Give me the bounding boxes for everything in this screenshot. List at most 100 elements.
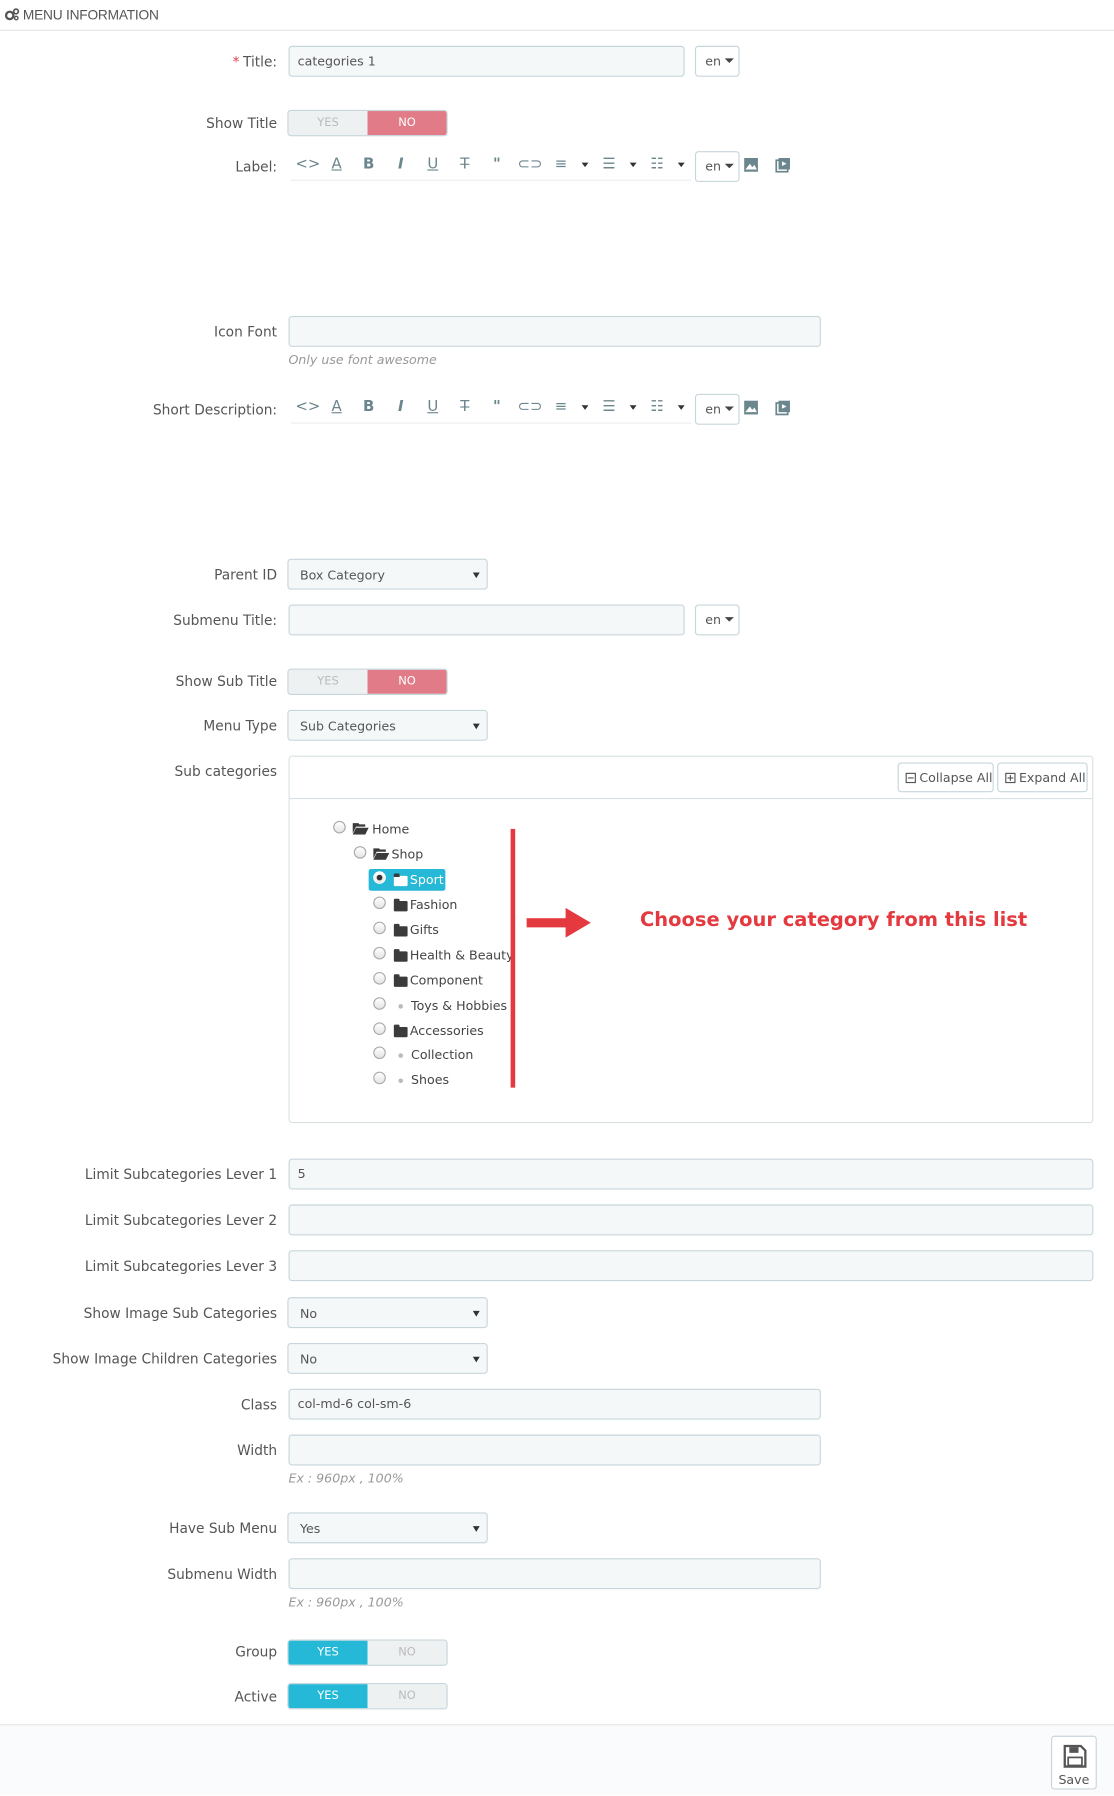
limit-lever-3-input[interactable] bbox=[288, 1250, 1094, 1282]
bullet-list-icon[interactable]: ☰ bbox=[600, 150, 618, 180]
show-sub-title-no[interactable]: NO bbox=[367, 669, 447, 694]
tree-node-toys-hobbies[interactable]: Toys & Hobbies bbox=[411, 998, 507, 1013]
show-image-children-select[interactable]: No bbox=[287, 1342, 488, 1374]
show-image-sub-value: No bbox=[299, 1306, 318, 1322]
align-caret-icon[interactable] bbox=[581, 405, 589, 410]
strikethrough-icon[interactable]: T bbox=[456, 393, 474, 423]
strikethrough-icon[interactable]: T bbox=[456, 150, 474, 180]
font-color-icon[interactable]: A bbox=[325, 393, 348, 423]
tree-radio[interactable] bbox=[373, 1022, 386, 1035]
tree-radio[interactable] bbox=[373, 921, 386, 935]
folder-icon bbox=[393, 923, 408, 937]
submenu-width-input[interactable] bbox=[288, 1558, 821, 1590]
align-caret-icon[interactable] bbox=[581, 162, 589, 168]
folder-icon bbox=[393, 898, 408, 912]
expand-all-button[interactable]: Expand All bbox=[997, 762, 1088, 793]
tree-radio[interactable] bbox=[373, 946, 386, 960]
tree-node-component[interactable]: Component bbox=[410, 973, 483, 988]
title-lang-dropdown[interactable]: en bbox=[694, 45, 740, 77]
quote-icon[interactable]: " bbox=[488, 150, 506, 180]
lang-code: en bbox=[705, 401, 722, 417]
parent-id-select[interactable]: Box Category bbox=[287, 558, 488, 590]
underline-icon[interactable]: U bbox=[424, 393, 442, 423]
collapse-all-text: Collapse All bbox=[919, 770, 993, 786]
align-icon[interactable]: ≡ bbox=[552, 150, 570, 180]
active-switch[interactable]: YES NO bbox=[287, 1683, 448, 1710]
numbered-list-icon[interactable]: ☷ bbox=[648, 150, 666, 180]
tree-radio[interactable] bbox=[373, 997, 386, 1010]
quote-icon[interactable]: " bbox=[488, 393, 506, 423]
code-view-icon[interactable]: <> bbox=[295, 393, 320, 423]
code-view-icon[interactable]: <> bbox=[295, 150, 320, 180]
have-sub-menu-select[interactable]: Yes bbox=[287, 1512, 488, 1544]
submenu-title-input[interactable] bbox=[288, 604, 685, 636]
show-image-sub-select[interactable]: No bbox=[287, 1297, 488, 1329]
active-yes[interactable]: YES bbox=[288, 1684, 368, 1709]
tree-radio[interactable] bbox=[373, 896, 386, 910]
tree-node-gifts[interactable]: Gifts bbox=[410, 923, 439, 938]
image-icon[interactable] bbox=[743, 157, 759, 173]
tree-node-home[interactable]: Home bbox=[372, 822, 409, 837]
group-switch[interactable]: YES NO bbox=[287, 1639, 448, 1666]
underline-icon[interactable]: U bbox=[424, 150, 442, 180]
tree-node-collection[interactable]: Collection bbox=[411, 1048, 473, 1063]
tree-radio[interactable] bbox=[373, 972, 386, 985]
active-no[interactable]: NO bbox=[367, 1684, 447, 1709]
tree-node-health-beauty[interactable]: Health & Beauty bbox=[410, 948, 514, 963]
short-description-lang-dropdown[interactable]: en bbox=[694, 393, 740, 425]
image-icon[interactable] bbox=[743, 400, 759, 416]
active-label: Active bbox=[234, 1688, 278, 1705]
limit-lever-2-input[interactable] bbox=[288, 1204, 1094, 1236]
bullet-list-caret-icon[interactable] bbox=[629, 162, 637, 168]
tree-node-shop[interactable]: Shop bbox=[392, 847, 424, 862]
link-icon[interactable]: ⊂⊃ bbox=[517, 393, 542, 423]
group-no[interactable]: NO bbox=[367, 1640, 447, 1665]
tree-radio[interactable] bbox=[333, 820, 346, 834]
show-image-sub-label: Show Image Sub Categories bbox=[83, 1305, 278, 1322]
icon-font-input[interactable] bbox=[288, 315, 821, 347]
group-yes[interactable]: YES bbox=[288, 1640, 368, 1665]
numbered-list-caret-icon[interactable] bbox=[677, 405, 685, 410]
submenu-title-lang-dropdown[interactable]: en bbox=[694, 604, 740, 636]
link-icon[interactable]: ⊂⊃ bbox=[517, 150, 542, 180]
show-title-yes[interactable]: YES bbox=[288, 111, 368, 136]
lang-code: en bbox=[705, 612, 722, 628]
tree-node-shoes[interactable]: Shoes bbox=[411, 1073, 449, 1088]
class-input[interactable]: col-md-6 col-sm-6 bbox=[288, 1388, 821, 1420]
video-icon[interactable] bbox=[775, 157, 791, 173]
show-sub-title-yes[interactable]: YES bbox=[288, 669, 368, 694]
width-input[interactable] bbox=[288, 1434, 821, 1466]
tree-radio[interactable] bbox=[373, 1071, 386, 1085]
collapse-all-button[interactable]: Collapse All bbox=[897, 762, 994, 793]
label-field-label: Label: bbox=[235, 159, 278, 176]
bold-icon[interactable]: B bbox=[359, 393, 377, 423]
save-button[interactable]: Save bbox=[1051, 1735, 1097, 1790]
align-icon[interactable]: ≡ bbox=[552, 393, 570, 423]
cogs-icon bbox=[4, 8, 20, 21]
show-title-switch[interactable]: YES NO bbox=[287, 109, 448, 137]
video-icon[interactable] bbox=[775, 400, 791, 416]
bold-icon[interactable]: B bbox=[359, 150, 377, 180]
show-title-no[interactable]: NO bbox=[367, 111, 447, 136]
numbered-list-icon[interactable]: ☷ bbox=[648, 393, 666, 423]
italic-icon[interactable]: I bbox=[392, 393, 410, 423]
show-image-children-label: Show Image Children Categories bbox=[52, 1350, 278, 1368]
tree-node-fashion[interactable]: Fashion bbox=[410, 898, 458, 913]
font-color-icon[interactable]: A bbox=[325, 150, 348, 180]
numbered-list-caret-icon[interactable] bbox=[677, 162, 685, 168]
tree-radio[interactable] bbox=[353, 846, 367, 859]
title-input[interactable]: categories 1 bbox=[288, 45, 685, 77]
show-sub-title-switch[interactable]: YES NO bbox=[287, 668, 448, 695]
limit-lever-1-input[interactable]: 5 bbox=[288, 1158, 1094, 1190]
italic-icon[interactable]: I bbox=[392, 150, 410, 180]
tree-node-accessories[interactable]: Accessories bbox=[410, 1024, 484, 1039]
tree-radio[interactable] bbox=[373, 1046, 386, 1060]
have-sub-menu-label: Have Sub Menu bbox=[169, 1520, 278, 1537]
menu-type-select[interactable]: Sub Categories bbox=[287, 709, 488, 741]
tree-node-sport[interactable]: Sport bbox=[410, 872, 444, 887]
bullet-list-icon[interactable]: ☰ bbox=[600, 393, 618, 423]
lang-code: en bbox=[705, 159, 722, 175]
label-lang-dropdown[interactable]: en bbox=[694, 151, 740, 183]
annotation-text: Choose your category from this list bbox=[639, 909, 1028, 932]
bullet-list-caret-icon[interactable] bbox=[629, 405, 637, 410]
